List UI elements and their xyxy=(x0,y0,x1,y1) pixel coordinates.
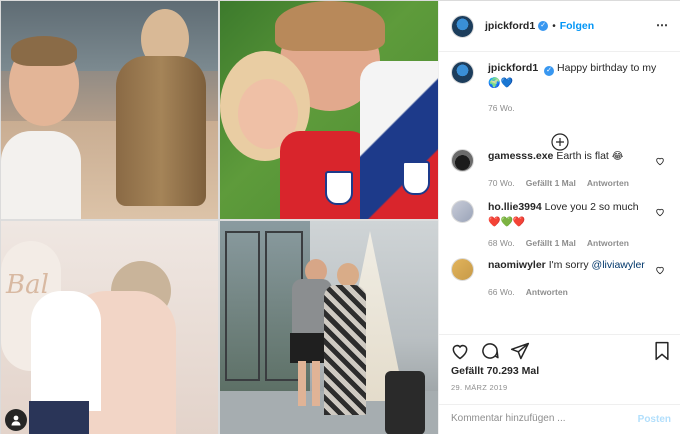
like-comment-heart-icon[interactable] xyxy=(655,207,665,217)
verified-badge-icon: ✓ xyxy=(538,21,549,31)
photo-kiss-england-shirt xyxy=(220,1,438,219)
comment-icon[interactable] xyxy=(480,341,500,361)
reply-button[interactable]: Antworten xyxy=(587,178,629,188)
verified-badge-icon: ✓ xyxy=(544,66,555,76)
comment-item: naomiwyler I'm sorry @liviawyler 66 Wo. A… xyxy=(439,258,680,306)
like-comment-heart-icon[interactable] xyxy=(655,156,665,166)
caption-avatar[interactable] xyxy=(451,61,474,84)
caption-time[interactable]: 76 Wo. xyxy=(488,103,515,113)
tagged-users-icon[interactable] xyxy=(5,409,27,431)
comment-likes[interactable]: Gefällt 1 Mal xyxy=(526,238,576,248)
comment-time[interactable]: 66 Wo. xyxy=(488,287,515,297)
add-comment-bar: Posten xyxy=(439,404,680,434)
share-icon[interactable] xyxy=(510,341,530,361)
more-options-icon[interactable]: ⋯ xyxy=(656,18,669,32)
comment-item: ho.llie3994 Love you 2 so much ❤️💚❤️ 68 … xyxy=(439,200,680,258)
comment-avatar[interactable] xyxy=(451,258,474,281)
comment-text: Earth is flat xyxy=(556,150,609,162)
comment-mention[interactable]: @liviawyler xyxy=(592,259,645,271)
comment-username[interactable]: ho.llie3994 xyxy=(488,201,542,213)
photo-beach-couple xyxy=(1,1,218,219)
bookmark-icon[interactable] xyxy=(653,341,671,361)
caption-text: Happy birthday to my xyxy=(557,62,657,74)
comment-time[interactable]: 70 Wo. xyxy=(488,178,515,188)
caption-username[interactable]: jpickford1 xyxy=(488,62,538,74)
comments-list: jpickford1 ✓ Happy birthday to my 🌍💙 76 … xyxy=(439,61,680,306)
comment-input[interactable] xyxy=(451,413,621,424)
comment-username[interactable]: naomiwyler xyxy=(488,259,546,271)
photo-christmas-tree xyxy=(220,221,438,434)
post-details-panel: jpickford1 ✓ • Folgen ⋯ jpickford1 ✓ Hap… xyxy=(438,1,680,434)
follow-button[interactable]: Folgen xyxy=(560,20,594,32)
caption-emojis: 🌍💙 xyxy=(488,78,513,89)
instagram-post-modal: Bal jpickford1 ✓ • Folgen ⋯ jpickford1 ✓… xyxy=(0,0,680,434)
comment-text: Love you 2 so much xyxy=(544,201,639,213)
comment-avatar[interactable] xyxy=(451,149,474,172)
comment-username[interactable]: gamesss.exe xyxy=(488,150,553,162)
comment-time[interactable]: 68 Wo. xyxy=(488,238,515,248)
reply-button[interactable]: Antworten xyxy=(526,287,568,297)
likes-count[interactable]: Gefällt 70.293 Mal xyxy=(451,365,539,377)
post-comment-button[interactable]: Posten xyxy=(638,414,671,425)
comment-item: gamesss.exe Earth is flat 😂 70 Wo. Gefäll… xyxy=(439,149,680,200)
comment-avatar[interactable] xyxy=(451,200,474,223)
reply-button[interactable]: Antworten xyxy=(587,238,629,248)
author-avatar[interactable] xyxy=(451,14,474,38)
post-image-collage[interactable]: Bal xyxy=(1,1,438,434)
post-date[interactable]: 29. MÄRZ 2019 xyxy=(451,383,507,392)
separator-dot: • xyxy=(552,20,556,32)
comment-likes[interactable]: Gefällt 1 Mal xyxy=(526,178,576,188)
comment-emoji: 😂 xyxy=(611,151,624,162)
photo-hug-flower-wall: Bal xyxy=(1,221,218,434)
author-username[interactable]: jpickford1 xyxy=(485,20,535,32)
comment-text: I'm sorry xyxy=(548,259,589,271)
like-heart-icon[interactable] xyxy=(450,341,470,361)
caption: jpickford1 ✓ Happy birthday to my 🌍💙 76 … xyxy=(439,61,680,151)
like-comment-heart-icon[interactable] xyxy=(655,265,665,275)
comment-emoji: ❤️💚❤️ xyxy=(488,217,526,228)
post-header: jpickford1 ✓ • Folgen ⋯ xyxy=(439,1,680,52)
